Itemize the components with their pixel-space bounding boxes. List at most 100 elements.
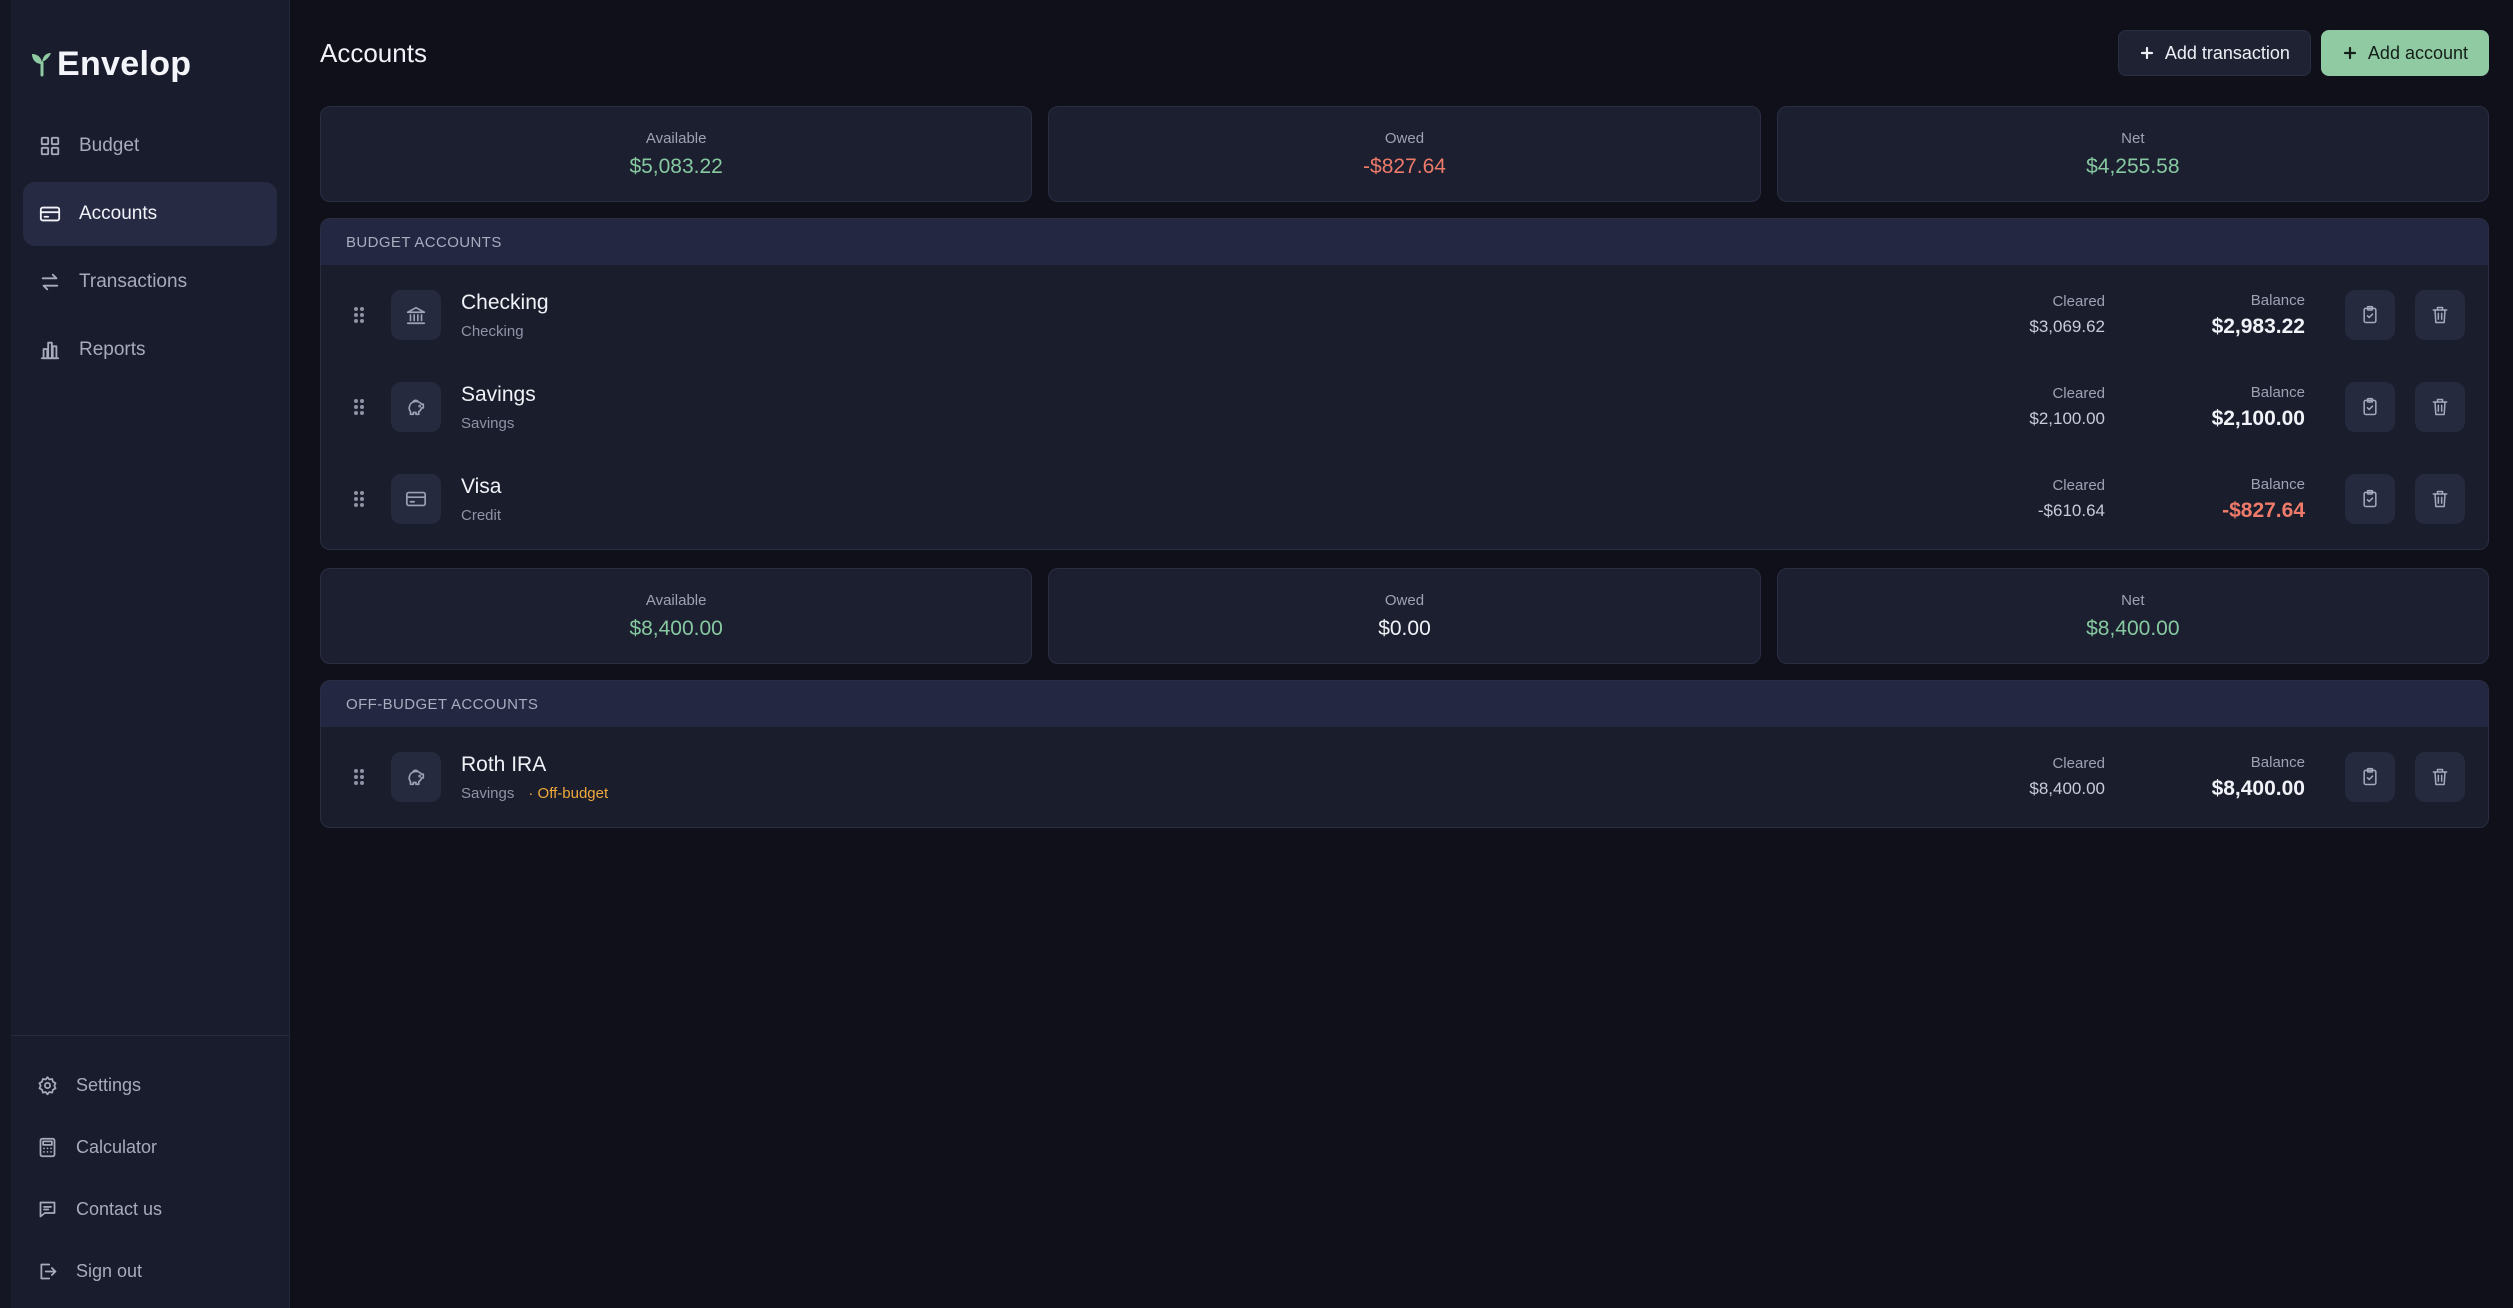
account-row-checking[interactable]: Checking Checking Cleared $3,069.62 Bala… [321,269,2488,361]
summary-label: Owed [1384,129,1425,147]
account-type-icon [391,474,441,524]
delete-account-button[interactable] [2415,290,2465,340]
nav-item-accounts[interactable]: Accounts [23,182,277,246]
trash-icon [2432,490,2448,508]
sidebar-item-label: Settings [76,1074,142,1095]
sidebar-item-contact[interactable]: Contact us [23,1178,277,1240]
account-type-line: Savings · Off-budget [461,785,1965,802]
reconcile-button[interactable] [2345,290,2395,340]
trash-icon [2432,398,2448,416]
balance-value: -$827.64 [2222,498,2305,522]
piggy-bank-icon [408,399,425,416]
delete-account-button[interactable] [2415,752,2465,802]
account-type: Checking [461,322,524,340]
delete-account-button[interactable] [2415,382,2465,432]
drag-handle-icon[interactable] [351,766,367,788]
calculator-icon [39,1137,56,1157]
account-names: Visa Credit [461,475,1965,524]
balance-column: Balance $2,100.00 [2165,384,2305,431]
card-icon [39,206,61,222]
credit-card-icon [406,491,426,507]
balance-column: Balance -$827.64 [2165,476,2305,523]
sidebar-item-calculator[interactable]: Calculator [23,1116,277,1178]
cleared-value: -$610.64 [2037,501,2105,520]
balance-label: Balance [2250,291,2305,309]
plus-icon [2343,46,2357,60]
gear-icon [38,1075,57,1095]
cleared-column: Cleared $3,069.62 [1965,293,2105,337]
sidebar-item-settings[interactable]: Settings [23,1054,277,1116]
piggy-bank-icon [408,769,425,786]
group-header: OFF-BUDGET ACCOUNTS [321,681,2488,727]
account-names: Checking Checking [461,291,1965,340]
balance-value: $2,983.22 [2211,314,2305,338]
reconcile-button[interactable] [2345,752,2395,802]
nav-item-reports[interactable]: Reports [23,318,277,382]
cleared-label: Cleared [2052,385,2105,402]
message-icon [39,1201,56,1217]
nav-item-budget[interactable]: Budget [23,114,277,178]
nav-item-label: Accounts [79,203,158,224]
drag-handle-icon[interactable] [351,304,367,326]
add-transaction-button[interactable]: Add transaction [2117,30,2311,76]
clipboard-check-icon [2363,305,2377,324]
summary-value: $5,083.22 [629,154,723,178]
account-row-savings[interactable]: Savings Savings Cleared $2,100.00 Balanc… [321,361,2488,453]
delete-account-button[interactable] [2415,474,2465,524]
balance-label: Balance [2250,753,2305,771]
cleared-value: $8,400.00 [2029,779,2105,798]
nav-item-transactions[interactable]: Transactions [23,250,277,314]
summary-net: Net $8,400.00 [1776,568,2489,664]
group-header: BUDGET ACCOUNTS [321,219,2488,265]
balance-value: $8,400.00 [2211,776,2305,800]
account-name: Savings [461,382,536,406]
main-content: Accounts Add transaction Add account Ava… [290,0,2513,1308]
account-type-icon [391,290,441,340]
summary-value: -$827.64 [1363,154,1446,178]
sidebar-item-label: Contact us [76,1198,163,1219]
cleared-column: Cleared $2,100.00 [1965,385,2105,429]
sidebar-item-sign-out[interactable]: Sign out [23,1240,277,1302]
app: Envelop Budget Accounts Transactions Rep… [0,0,2513,1308]
clipboard-check-icon [2363,767,2377,786]
summary-owed: Owed $0.00 [1048,568,1761,664]
brand-name: Envelop [57,44,192,83]
balance-label: Balance [2250,383,2305,401]
drag-handle-icon[interactable] [351,396,367,418]
account-type: Savings [461,784,515,802]
page-header: Accounts Add transaction Add account [320,0,2489,106]
account-row-roth-ira[interactable]: Roth IRA Savings · Off-budget Cleared $8,… [321,731,2488,823]
nav-item-label: Transactions [79,271,188,292]
summary-label: Available [645,591,707,609]
summary-label: Available [645,129,707,147]
account-names: Savings Savings [461,383,1965,432]
reconcile-button[interactable] [2345,382,2395,432]
balance-value: $2,100.00 [2211,406,2305,430]
reconcile-button[interactable] [2345,474,2395,524]
budget-accounts-group: BUDGET ACCOUNTS Checking Checking Cleare… [320,218,2489,550]
trash-icon [2432,768,2448,786]
drag-handle-icon[interactable] [351,488,367,510]
account-name: Visa [461,474,502,498]
account-names: Roth IRA Savings · Off-budget [461,753,1965,802]
arrows-icon [41,273,59,291]
account-type-icon [391,752,441,802]
summary-label: Owed [1384,591,1425,609]
summary-value: $4,255.58 [2086,154,2180,178]
plus-icon [2140,46,2153,60]
account-row-visa[interactable]: Visa Credit Cleared -$610.64 Balance -$8… [321,453,2488,545]
account-name: Roth IRA [461,752,547,776]
account-list: Roth IRA Savings · Off-budget Cleared $8,… [321,727,2488,827]
account-type: Savings [461,414,515,432]
sign-out-icon [40,1263,57,1279]
add-account-button[interactable]: Add account [2320,30,2489,76]
brand-logo[interactable]: Envelop [11,0,289,98]
add-transaction-label: Add transaction [2164,42,2290,63]
balance-column: Balance $8,400.00 [2165,754,2305,801]
cleared-value: $2,100.00 [2029,409,2105,428]
summary-value: $8,400.00 [2086,616,2180,640]
summary-owed: Owed -$827.64 [1048,106,1761,202]
sidebar-item-label: Sign out [76,1260,143,1281]
summary-value: $8,400.00 [629,616,723,640]
cleared-column: Cleared -$610.64 [1965,477,2105,521]
